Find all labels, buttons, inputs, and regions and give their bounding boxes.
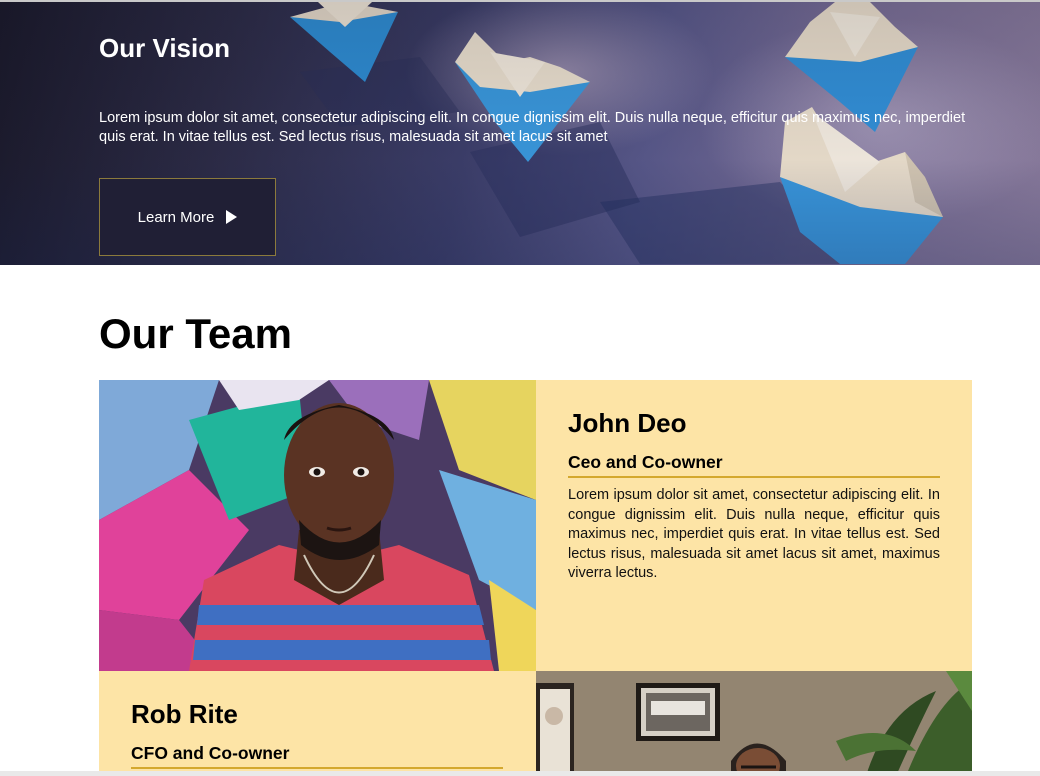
member-role: CFO and Co-owner [131, 743, 503, 769]
vision-heading: Our Vision [99, 33, 230, 63]
member-bio: Lorem ipsum dolor sit amet, consectetur … [568, 487, 940, 581]
team-card-rob-rite: Rob Rite CFO and Co-owner [99, 671, 536, 776]
member-role: Ceo and Co-owner [568, 452, 940, 478]
vision-description: Lorem ipsum dolor sit amet, consectetur … [99, 110, 966, 145]
rob-rite-photo [536, 671, 972, 776]
john-deo-photo [99, 380, 536, 671]
vision-hero: Our Vision Lorem ipsum dolor sit amet, c… [0, 2, 1040, 265]
member-name: John Deo [568, 408, 687, 438]
member-name: Rob Rite [131, 699, 238, 729]
team-card-john-deo: John Deo Ceo and Co-owner Lorem ipsum do… [536, 380, 972, 671]
learn-more-button[interactable]: Learn More [99, 178, 276, 256]
team-heading: Our Team [99, 310, 292, 357]
learn-more-label: Learn More [137, 208, 215, 226]
play-arrow-icon [226, 210, 238, 224]
scrollbar-track[interactable] [0, 771, 1040, 776]
